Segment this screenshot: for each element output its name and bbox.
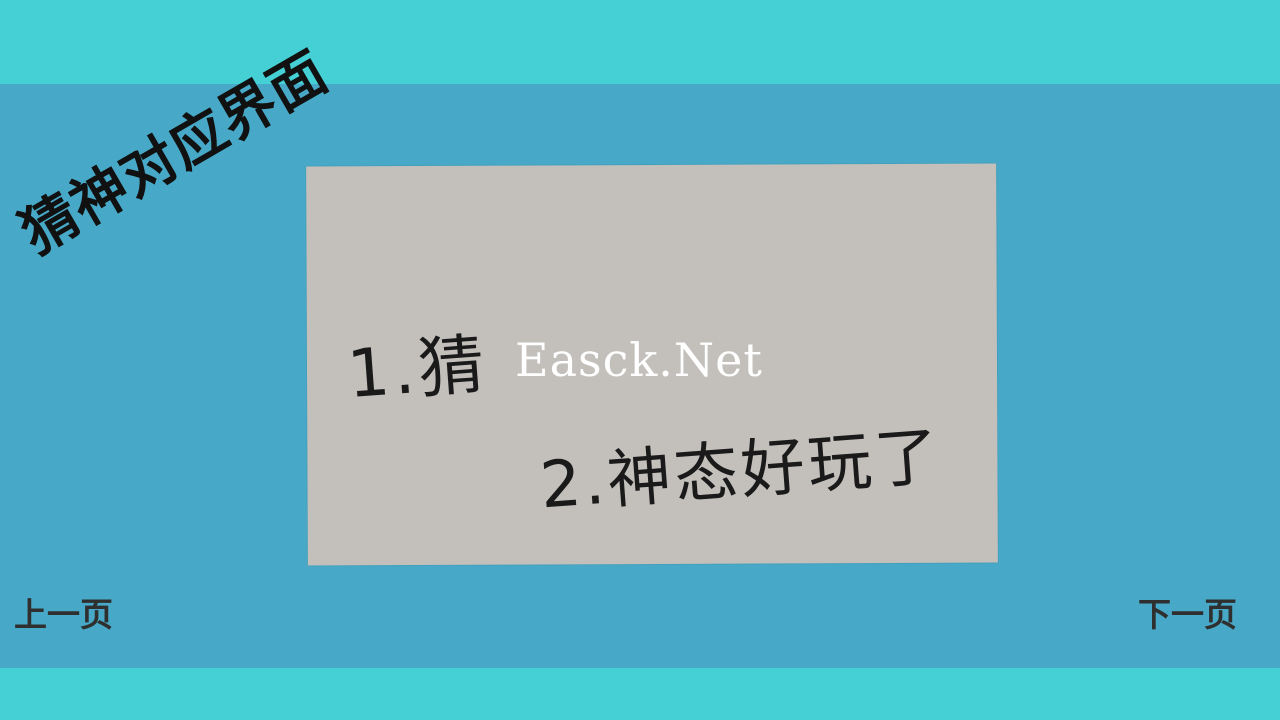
next-page-button[interactable]: 下一页 <box>1138 588 1237 636</box>
top-band <box>0 0 1280 84</box>
prev-page-button[interactable]: 上一页 <box>14 588 113 636</box>
watermark-text: Easck.Net <box>515 333 763 387</box>
handwritten-line-1: 1.猜 <box>344 325 492 414</box>
handwritten-line-2: 2.神态好玩了 <box>537 419 945 524</box>
puzzle-screen: 猜神对应界面 1.猜 2.神态好玩了 Easck.Net 上一页 下一页 <box>0 0 1280 720</box>
bottom-band <box>0 668 1280 720</box>
